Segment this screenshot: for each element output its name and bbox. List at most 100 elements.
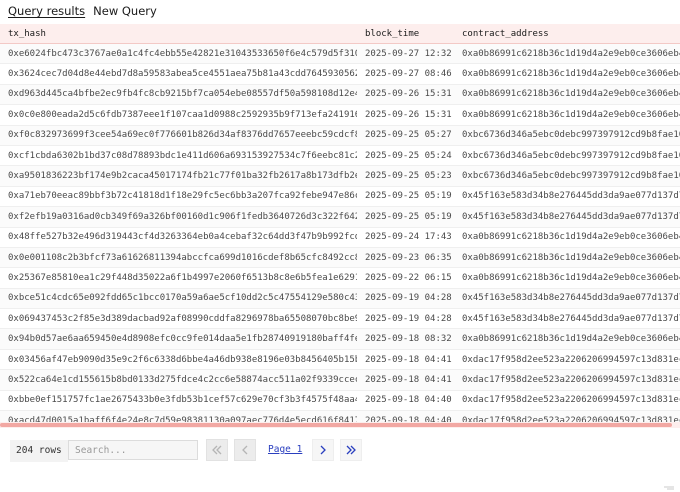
cell-contract-address: 0xa0b86991c6218b36c1d19d4a2e9eb0ce3606eb… — [454, 267, 680, 289]
cell-contract-address: 0xdac17f958d2ee523a2206206994597c13d831e… — [454, 349, 680, 371]
cell-block-time: 2025-09-18 08:32 — [357, 328, 454, 350]
cell-block-time: 2025-09-18 04:41 — [357, 369, 454, 391]
cell-contract-address: 0x45f163e583d34b8e276445dd3da9ae077d137d… — [454, 206, 680, 228]
query-results-panel: Query results New Query tx_hash block_ti… — [0, 0, 680, 492]
table-footer: 204 rows Page 1 — [0, 432, 680, 492]
cell-contract-address: 0xbc6736d346a5ebc0debc997397912cd9b8fae1… — [454, 165, 680, 187]
table-row[interactable]: 0x0c0e800eada2d5c6fdb7387eee1f107caa1d09… — [0, 104, 680, 126]
table-row[interactable]: 0xacd47d0015a1baff6f4e24e8c7d59e98381130… — [0, 410, 680, 422]
cell-tx-hash: 0xf2efb19a0316ad0cb349f69a326bf00160d1c9… — [0, 206, 357, 228]
table-row[interactable]: 0xe6024fbc473c3767ae0a1c4fc4ebb55e42821e… — [0, 43, 680, 65]
table-row[interactable]: 0xbbe0ef151757fc1ae2675433b0e3fdb53b1cef… — [0, 390, 680, 412]
table-row[interactable]: 0xd963d445ca4bfbe2ec9fb4fc8cb9215bf7ca05… — [0, 84, 680, 106]
column-header-tx-hash[interactable]: tx_hash — [0, 24, 357, 44]
cell-tx-hash: 0xa9501836223bf174e9b2caca45017174fb21c7… — [0, 165, 357, 187]
column-header-block-time[interactable]: block_time — [357, 24, 454, 44]
double-chevron-right-icon — [346, 445, 356, 455]
next-page-button[interactable] — [312, 439, 334, 461]
cell-tx-hash: 0xbbe0ef151757fc1ae2675433b0e3fdb53b1cef… — [0, 390, 357, 412]
table-row[interactable]: 0x48ffe527b32e496d319443cf4d3263364eb0a4… — [0, 227, 680, 248]
cell-tx-hash: 0x0c0e800eada2d5c6fdb7387eee1f107caa1d09… — [0, 104, 357, 126]
cell-tx-hash: 0x0e001108c2b3bfcf73a61626811394abccfca6… — [0, 247, 357, 269]
table-row[interactable]: 0x069437453c2f85e3d389dacbad92af08990cdd… — [0, 308, 680, 330]
cell-contract-address: 0xa0b86991c6218b36c1d19d4a2e9eb0ce3606eb… — [454, 63, 680, 85]
tab-new-query[interactable]: New Query — [89, 4, 161, 18]
resize-handle-icon[interactable] — [664, 486, 674, 490]
cell-block-time: 2025-09-23 06:35 — [357, 247, 454, 269]
column-header-contract-address[interactable]: contract_address — [454, 24, 680, 44]
cell-contract-address: 0xa0b86991c6218b36c1d19d4a2e9eb0ce3606eb… — [454, 43, 680, 65]
cell-contract-address: 0xdac17f958d2ee523a2206206994597c13d831e… — [454, 369, 680, 391]
horizontal-scrollbar[interactable] — [0, 422, 680, 428]
cell-tx-hash: 0xacd47d0015a1baff6f4e24e8c7d59e98381130… — [0, 410, 357, 422]
table-row[interactable]: 0x3624cec7d04d8e44ebd7d8a59583abea5ce455… — [0, 63, 680, 85]
table-row[interactable]: 0xbce51c4cdc65e092fdd65c1bcc0170a59a6ae5… — [0, 288, 680, 310]
cell-tx-hash: 0xcf1cbda6302b1bd37c08d78893bdc1e411d606… — [0, 145, 357, 167]
chevron-left-icon — [242, 445, 248, 455]
cell-contract-address: 0xdac17f958d2ee523a2206206994597c13d831e… — [454, 390, 680, 412]
last-page-button[interactable] — [340, 439, 362, 461]
tab-query-results[interactable]: Query results — [4, 4, 89, 18]
cell-block-time: 2025-09-25 05:19 — [357, 186, 454, 208]
row-count: 204 rows — [10, 440, 68, 462]
cell-block-time: 2025-09-19 04:28 — [357, 288, 454, 310]
cell-block-time: 2025-09-18 04:40 — [357, 410, 454, 422]
cell-contract-address: 0xbc6736d346a5ebc0debc997397912cd9b8fae1… — [454, 145, 680, 167]
cell-block-time: 2025-09-27 08:46 — [357, 63, 454, 85]
cell-block-time: 2025-09-22 06:15 — [357, 267, 454, 289]
cell-contract-address: 0xdac17f958d2ee523a2206206994597c13d831e… — [454, 410, 680, 422]
cell-contract-address: 0xbc6736d346a5ebc0debc997397912cd9b8fae1… — [454, 125, 680, 146]
cell-block-time: 2025-09-19 04:28 — [357, 308, 454, 330]
cell-contract-address: 0xa0b86991c6218b36c1d19d4a2e9eb0ce3606eb… — [454, 84, 680, 106]
scrollbar-thumb[interactable] — [0, 423, 672, 427]
results-table-container[interactable]: tx_hash block_time contract_address 0xe6… — [0, 24, 680, 422]
cell-contract-address: 0x45f163e583d34b8e276445dd3da9ae077d137d… — [454, 186, 680, 208]
double-chevron-left-icon — [212, 445, 222, 455]
cell-tx-hash: 0xd963d445ca4bfbe2ec9fb4fc8cb9215bf7ca05… — [0, 84, 357, 106]
cell-block-time: 2025-09-24 17:43 — [357, 227, 454, 248]
cell-contract-address: 0x45f163e583d34b8e276445dd3da9ae077d137d… — [454, 288, 680, 310]
cell-contract-address: 0xa0b86991c6218b36c1d19d4a2e9eb0ce3606eb… — [454, 328, 680, 350]
table-row[interactable]: 0xf0c832973699f3cee54a69ec0f776601b826d3… — [0, 125, 680, 146]
cell-tx-hash: 0xf0c832973699f3cee54a69ec0f776601b826d3… — [0, 125, 357, 146]
results-tab-bar: Query results New Query — [0, 0, 680, 22]
cell-block-time: 2025-09-26 15:31 — [357, 104, 454, 126]
cell-contract-address: 0xa0b86991c6218b36c1d19d4a2e9eb0ce3606eb… — [454, 104, 680, 126]
cell-tx-hash: 0x03456af47eb9090d35e9c2f6c6338d6bbe4a46… — [0, 349, 357, 371]
table-row[interactable]: 0xa9501836223bf174e9b2caca45017174fb21c7… — [0, 165, 680, 187]
cell-block-time: 2025-09-26 15:31 — [357, 84, 454, 106]
table-row[interactable]: 0x25367e85810ea1c29f448d35022a6f1b4997e2… — [0, 267, 680, 289]
cell-block-time: 2025-09-25 05:24 — [357, 145, 454, 167]
table-row[interactable]: 0x94b0d57ae6aa659450e4d8908efc0cc9fe014d… — [0, 328, 680, 350]
cell-tx-hash: 0x069437453c2f85e3d389dacbad92af08990cdd… — [0, 308, 357, 330]
cell-contract-address: 0xa0b86991c6218b36c1d19d4a2e9eb0ce3606eb… — [454, 247, 680, 269]
previous-page-button[interactable] — [234, 439, 256, 461]
table-row[interactable]: 0x0e001108c2b3bfcf73a61626811394abccfca6… — [0, 247, 680, 269]
table-row[interactable]: 0xcf1cbda6302b1bd37c08d78893bdc1e411d606… — [0, 145, 680, 167]
table-row[interactable]: 0xa71eb70eeac89bbf3b72c41818d1f18e29fc5e… — [0, 186, 680, 208]
cell-tx-hash: 0x48ffe527b32e496d319443cf4d3263364eb0a4… — [0, 227, 357, 248]
cell-block-time: 2025-09-25 05:19 — [357, 206, 454, 228]
cell-tx-hash: 0x25367e85810ea1c29f448d35022a6f1b4997e2… — [0, 267, 357, 289]
chevron-right-icon — [320, 445, 326, 455]
first-page-button[interactable] — [206, 439, 228, 461]
search-input[interactable] — [68, 440, 198, 460]
table-row[interactable]: 0x03456af47eb9090d35e9c2f6c6338d6bbe4a46… — [0, 349, 680, 371]
cell-tx-hash: 0xe6024fbc473c3767ae0a1c4fc4ebb55e42821e… — [0, 43, 357, 65]
cell-tx-hash: 0x94b0d57ae6aa659450e4d8908efc0cc9fe014d… — [0, 328, 357, 350]
cell-tx-hash: 0x522ca64e1cd155615b8bd0133d275fdce4c2cc… — [0, 369, 357, 391]
cell-tx-hash: 0xbce51c4cdc65e092fdd65c1bcc0170a59a6ae5… — [0, 288, 357, 310]
cell-tx-hash: 0x3624cec7d04d8e44ebd7d8a59583abea5ce455… — [0, 63, 357, 85]
cell-block-time: 2025-09-18 04:41 — [357, 349, 454, 371]
cell-block-time: 2025-09-25 05:23 — [357, 165, 454, 187]
table-row[interactable]: 0xf2efb19a0316ad0cb349f69a326bf00160d1c9… — [0, 206, 680, 228]
cell-block-time: 2025-09-18 04:40 — [357, 390, 454, 412]
table-header-row: tx_hash block_time contract_address — [0, 24, 680, 44]
results-table: tx_hash block_time contract_address 0xe6… — [0, 24, 680, 422]
table-row[interactable]: 0x522ca64e1cd155615b8bd0133d275fdce4c2cc… — [0, 369, 680, 391]
cell-block-time: 2025-09-25 05:27 — [357, 125, 454, 146]
current-page-link[interactable]: Page 1 — [268, 439, 302, 461]
cell-contract-address: 0x45f163e583d34b8e276445dd3da9ae077d137d… — [454, 308, 680, 330]
cell-block-time: 2025-09-27 12:32 — [357, 43, 454, 65]
cell-contract-address: 0xa0b86991c6218b36c1d19d4a2e9eb0ce3606eb… — [454, 227, 680, 248]
